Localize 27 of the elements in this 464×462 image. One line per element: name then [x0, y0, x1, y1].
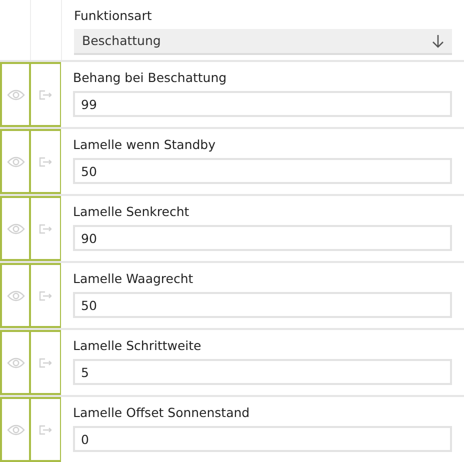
export-icon[interactable] [39, 90, 52, 100]
field-label: Lamelle Senkrecht [73, 204, 190, 220]
export-icon[interactable] [39, 156, 52, 166]
export-icon[interactable] [39, 290, 52, 300]
eye-icon[interactable] [6, 424, 24, 436]
input-field[interactable]: 99 [73, 91, 452, 117]
eye-icon[interactable] [6, 88, 24, 100]
field-label: Lamelle wenn Standby [73, 137, 217, 153]
eye-icon[interactable] [6, 356, 24, 368]
field-label: Lamelle Offset Sonnenstand [73, 405, 251, 421]
export-icon[interactable] [39, 358, 52, 368]
eye-icon[interactable] [6, 156, 24, 168]
field-label: Lamelle Waagrecht [73, 271, 194, 287]
export-icon[interactable] [39, 224, 52, 234]
eye-icon[interactable] [6, 290, 24, 302]
input-field[interactable]: 50 [73, 158, 452, 184]
export-icon[interactable] [39, 424, 52, 434]
input-field[interactable]: 50 [73, 292, 452, 318]
field-label: Funktionsart [74, 8, 153, 24]
arrow-down-icon [432, 34, 444, 48]
input-field[interactable]: 90 [73, 225, 452, 251]
input-field[interactable]: 5 [73, 359, 452, 385]
function-select[interactable]: Beschattung [74, 29, 452, 55]
input-field[interactable]: 0 [73, 426, 452, 452]
eye-icon[interactable] [6, 222, 24, 234]
field-label: Behang bei Beschattung [73, 70, 228, 86]
field-label: Lamelle Schrittweite [73, 338, 202, 354]
